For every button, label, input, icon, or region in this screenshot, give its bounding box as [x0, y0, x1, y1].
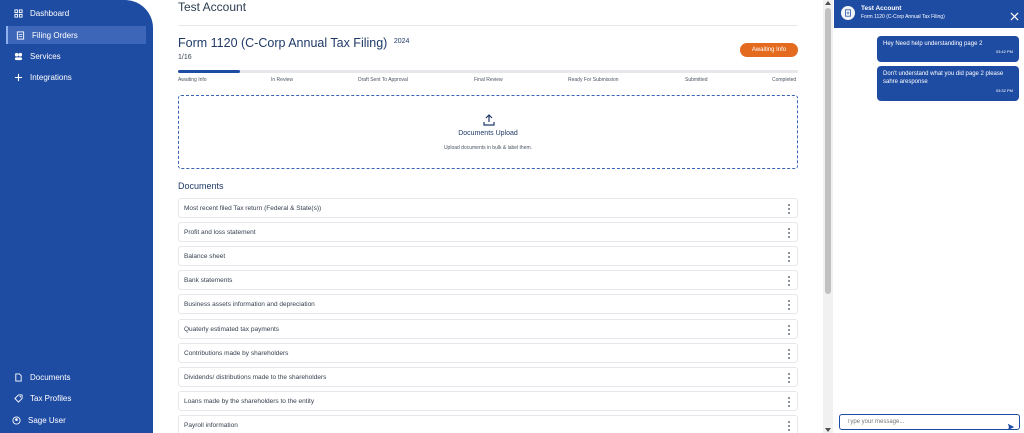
form-title-text: Form 1120 (C-Corp Annual Tax Filing) [178, 36, 388, 50]
main-content: Test Account Form 1120 (C-Corp Annual Ta… [153, 0, 823, 433]
step-label: Submitted [685, 77, 708, 83]
progress-fill [178, 70, 240, 73]
document-label: Payroll information [184, 421, 238, 429]
chat-avatar-icon [841, 6, 855, 20]
chat-message: Hey Need help understanding page 2 03:42… [877, 36, 1019, 62]
sidebar-item-integrations[interactable]: Integrations [6, 68, 146, 86]
progress-track [178, 70, 798, 73]
sidebar-item-label: Dashboard [30, 8, 70, 18]
scroll-up-arrow-icon[interactable] [825, 1, 831, 5]
sidebar-item-documents[interactable]: Documents [6, 368, 146, 386]
sidebar: Dashboard Filing Orders Services Integra… [0, 0, 153, 433]
sidebar-item-label: Filing Orders [32, 30, 78, 40]
form-count: 1/16 [178, 54, 192, 61]
document-label: Bank statements [184, 276, 233, 284]
more-options-icon[interactable] [787, 252, 791, 262]
plus-icon [13, 72, 23, 82]
divider [178, 25, 798, 26]
sidebar-item-label: Services [30, 51, 61, 61]
document-label: Balance sheet [184, 252, 226, 260]
tax-profiles-icon [13, 393, 23, 403]
more-options-icon[interactable] [787, 276, 791, 286]
more-options-icon[interactable] [787, 397, 791, 407]
scroll-down-arrow-icon[interactable] [825, 428, 831, 432]
chat-message-input[interactable] [840, 415, 1003, 429]
sidebar-item-filing-orders[interactable]: Filing Orders [6, 26, 146, 44]
chat-input-container [839, 414, 1020, 431]
chat-header: Test Account Form 1120 (C-Corp Annual Ta… [834, 0, 1024, 28]
document-row[interactable]: Contributions made by shareholders [178, 343, 798, 363]
chat-contact-subtitle: Form 1120 (C-Corp Annual Tax Filing) [861, 14, 945, 20]
document-row[interactable]: Most recent filed Tax return (Federal & … [178, 198, 798, 218]
sidebar-item-label: Tax Profiles [30, 393, 72, 403]
filing-orders-icon [15, 30, 25, 40]
document-label: Loans made by the shareholders to the en… [184, 397, 315, 405]
documents-heading: Documents [178, 181, 224, 191]
document-row[interactable]: Bank statements [178, 270, 798, 290]
sidebar-item-dashboard[interactable]: Dashboard [6, 4, 146, 22]
more-options-icon[interactable] [787, 228, 791, 238]
more-options-icon[interactable] [787, 421, 791, 431]
chat-contact-name: Test Account [861, 5, 902, 12]
document-icon [13, 372, 23, 382]
document-row[interactable]: Payroll information [178, 415, 798, 433]
more-options-icon[interactable] [787, 349, 791, 359]
chat-message-time: 03:32 PM [995, 87, 1013, 93]
services-icon [13, 51, 23, 61]
send-icon[interactable] [1007, 418, 1015, 431]
more-options-icon[interactable] [787, 373, 791, 383]
user-icon [11, 415, 21, 425]
sidebar-item-tax-profiles[interactable]: Tax Profiles [6, 389, 146, 407]
document-row[interactable]: Profit and loss statement [178, 222, 798, 242]
form-title: Form 1120 (C-Corp Annual Tax Filing) 202… [178, 36, 409, 50]
chat-message: Don't understand what you did page 2 ple… [877, 66, 1019, 101]
upload-subtitle: Upload documents in bulk & label them. [443, 145, 533, 151]
close-icon[interactable] [1010, 8, 1019, 21]
document-label: Quaterly estimated tax payments [184, 325, 280, 333]
chat-message-text: Hey Need help understanding page 2 [883, 41, 983, 47]
step-label: In Review [271, 77, 293, 83]
sidebar-item-label: Integrations [30, 72, 72, 82]
upload-icon [483, 113, 495, 126]
status-button[interactable]: Awaiting Info [740, 43, 798, 57]
document-row[interactable]: Loans made by the shareholders to the en… [178, 391, 798, 411]
chat-panel: Test Account Form 1120 (C-Corp Annual Ta… [834, 0, 1024, 433]
step-label: Ready For Submission [568, 77, 619, 83]
scroll-thumb[interactable] [825, 8, 831, 294]
document-label: Contributions made by shareholders [184, 349, 289, 357]
document-row[interactable]: Dividends/ distributions made to the sha… [178, 367, 798, 387]
step-label: Completed [772, 77, 797, 83]
document-row[interactable]: Balance sheet [178, 246, 798, 266]
sidebar-item-label: Sage User [28, 415, 66, 425]
step-label: Final Review [474, 77, 503, 83]
document-label: Profit and loss statement [184, 228, 256, 236]
document-label: Business assets information and deprecia… [184, 300, 315, 308]
form-year: 2024 [393, 38, 410, 45]
more-options-icon[interactable] [787, 300, 791, 310]
documents-upload-dropzone[interactable]: Documents Upload Upload documents in bul… [178, 95, 798, 169]
dashboard-icon [13, 8, 23, 18]
sidebar-item-services[interactable]: Services [6, 47, 146, 65]
chat-message-time: 03:42 PM [995, 49, 1013, 55]
step-label: Draft Sent To Approval [358, 77, 408, 83]
chat-message-text: Don't understand what you did page 2 ple… [883, 71, 1004, 86]
page-title: Test Account [178, 0, 247, 14]
document-row[interactable]: Business assets information and deprecia… [178, 294, 798, 314]
more-options-icon[interactable] [787, 325, 791, 335]
upload-title: Documents Upload [458, 130, 518, 137]
sidebar-item-user[interactable]: Sage User [4, 411, 144, 429]
more-options-icon[interactable] [787, 204, 791, 214]
step-label: Awaiting Info [178, 77, 207, 83]
main-scrollbar[interactable] [823, 0, 833, 433]
sidebar-item-label: Documents [30, 372, 71, 382]
document-label: Dividends/ distributions made to the sha… [184, 373, 327, 381]
document-label: Most recent filed Tax return (Federal & … [184, 204, 322, 212]
document-row[interactable]: Quaterly estimated tax payments [178, 319, 798, 339]
